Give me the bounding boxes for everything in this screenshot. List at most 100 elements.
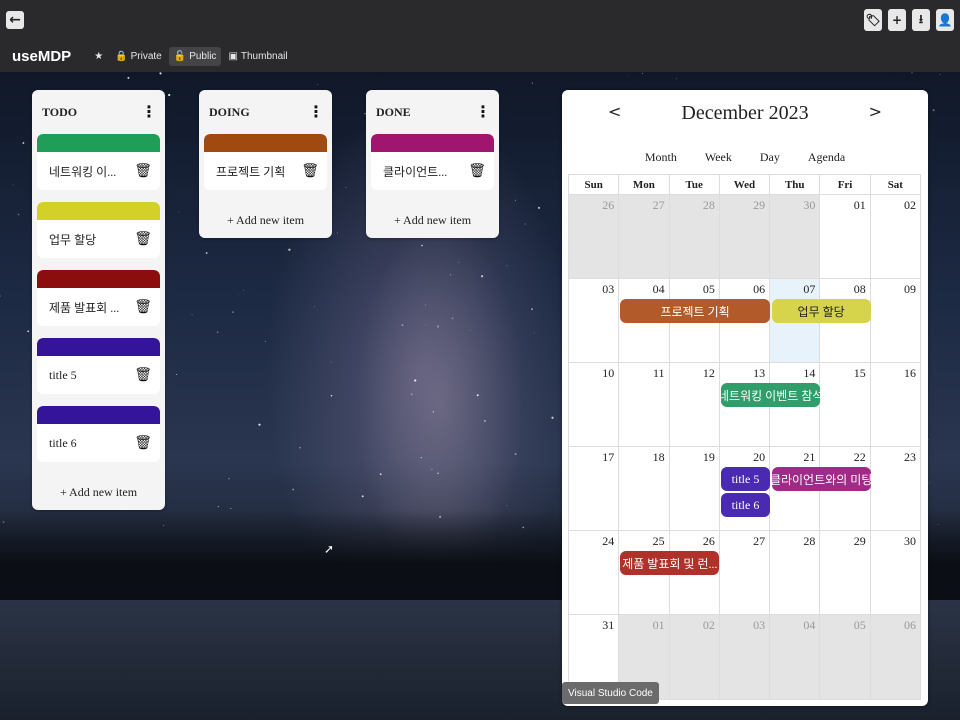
more-vert-icon[interactable]: ⋮ [308, 104, 324, 120]
task-card[interactable]: title 6 🗑 [37, 406, 160, 462]
view-month-button[interactable]: Month [631, 150, 691, 165]
day-cell[interactable]: 10 [569, 363, 618, 446]
day-cell[interactable]: 06 [869, 615, 920, 699]
day-number[interactable]: 09 [904, 282, 916, 297]
thumbnail-button[interactable]: ▣ Thumbnail [223, 47, 292, 66]
day-number[interactable]: 27 [753, 534, 765, 549]
day-cell[interactable]: 02 [668, 615, 719, 699]
day-cell[interactable]: 27 [718, 531, 769, 614]
day-cell[interactable]: 29 [718, 195, 770, 278]
day-cell[interactable]: 17 [569, 447, 618, 530]
add-new-item-button[interactable]: + Add new item [366, 202, 499, 238]
view-week-button[interactable]: Week [691, 150, 746, 165]
day-number[interactable]: 02 [703, 618, 715, 633]
day-cell[interactable]: 27 [618, 195, 669, 278]
trash-icon[interactable]: 🗑 [134, 231, 152, 247]
trash-icon[interactable]: 🗑 [134, 299, 152, 315]
calendar-event[interactable]: title 6 [721, 493, 770, 517]
day-number[interactable]: 03 [602, 282, 614, 297]
day-cell[interactable]: 01 [819, 195, 869, 278]
day-cell[interactable]: 30 [769, 195, 820, 278]
day-number[interactable]: 30 [904, 534, 916, 549]
day-number[interactable]: 04 [653, 282, 665, 297]
day-number[interactable]: 26 [602, 198, 614, 213]
calendar-event[interactable]: 프로젝트 기획 [620, 299, 770, 323]
view-day-button[interactable]: Day [746, 150, 794, 165]
day-number[interactable]: 05 [854, 618, 866, 633]
next-month-button[interactable]: > [869, 102, 882, 121]
add-new-item-button[interactable]: + Add new item [199, 202, 332, 238]
calendar-event[interactable]: 제품 발표회 및 런... [620, 551, 720, 575]
day-number[interactable]: 05 [703, 282, 715, 297]
trash-icon[interactable]: 🗑 [134, 163, 152, 179]
back-button[interactable]: ← [6, 11, 24, 29]
day-number[interactable]: 23 [904, 450, 916, 465]
task-card[interactable]: 제품 발표회 ... 🗑 [37, 270, 160, 326]
user-button[interactable]: 👤 [936, 9, 954, 31]
day-number[interactable]: 03 [753, 618, 765, 633]
calendar-event[interactable]: 네트워킹 이벤트 참석 [721, 383, 821, 407]
day-number[interactable]: 18 [653, 450, 665, 465]
trash-icon[interactable]: 🗑 [468, 163, 486, 179]
task-card[interactable]: 업무 할당 🗑 [37, 202, 160, 258]
view-agenda-button[interactable]: Agenda [794, 150, 859, 165]
day-number[interactable]: 15 [854, 366, 866, 381]
private-button[interactable]: 🔒 Private [110, 47, 167, 66]
day-number[interactable]: 13 [753, 366, 765, 381]
day-cell[interactable]: 16 [869, 363, 920, 446]
day-number[interactable]: 28 [803, 534, 815, 549]
brand-logo[interactable]: useMDP [12, 48, 71, 65]
day-cell[interactable]: 15 [819, 363, 869, 446]
day-number[interactable]: 29 [753, 198, 765, 213]
day-number[interactable]: 19 [703, 450, 715, 465]
add-button[interactable]: + [888, 9, 906, 31]
day-number[interactable]: 20 [753, 450, 765, 465]
task-card[interactable]: 프로젝트 기획 🗑 [204, 134, 327, 190]
day-number[interactable]: 12 [703, 366, 715, 381]
day-cell[interactable]: 26 [569, 195, 619, 278]
day-cell[interactable]: 29 [819, 531, 869, 614]
day-number[interactable]: 16 [904, 366, 916, 381]
day-number[interactable]: 04 [803, 618, 815, 633]
day-cell[interactable]: 23 [869, 447, 920, 530]
add-new-item-button[interactable]: + Add new item [32, 474, 165, 510]
day-cell[interactable]: 05 [819, 615, 870, 699]
trash-icon[interactable]: 🗑 [134, 435, 152, 451]
public-button[interactable]: 🔓 Public [168, 46, 222, 66]
day-number[interactable]: 07 [803, 282, 815, 297]
day-cell[interactable]: 24 [569, 531, 618, 614]
day-cell[interactable]: 09 [869, 279, 920, 362]
day-number[interactable]: 14 [803, 366, 815, 381]
day-number[interactable]: 17 [602, 450, 614, 465]
day-number[interactable]: 08 [854, 282, 866, 297]
day-number[interactable]: 11 [653, 366, 665, 381]
day-cell[interactable]: 18 [618, 447, 668, 530]
trash-icon[interactable]: 🗑 [134, 367, 152, 383]
task-card[interactable]: title 5 🗑 [37, 338, 160, 394]
task-card[interactable]: 클라이언트... 🗑 [371, 134, 494, 190]
day-cell[interactable]: 03 [569, 279, 618, 362]
day-number[interactable]: 06 [753, 282, 765, 297]
day-number[interactable]: 29 [854, 534, 866, 549]
day-number[interactable]: 28 [703, 198, 715, 213]
day-number[interactable]: 02 [904, 198, 916, 213]
calendar-event[interactable]: 업무 할당 [771, 299, 871, 323]
day-number[interactable]: 24 [602, 534, 614, 549]
day-cell[interactable]: 19 [668, 447, 719, 530]
day-number[interactable]: 26 [703, 534, 715, 549]
day-cell[interactable]: 30 [869, 531, 920, 614]
day-cell[interactable]: 12 [668, 363, 719, 446]
day-cell[interactable]: 03 [718, 615, 770, 699]
day-cell[interactable]: 28 [769, 531, 819, 614]
more-vert-icon[interactable]: ⋮ [141, 104, 157, 120]
day-number[interactable]: 10 [602, 366, 614, 381]
day-number[interactable]: 25 [653, 534, 665, 549]
star-button[interactable]: ★ [89, 47, 108, 66]
trash-icon[interactable]: 🗑 [301, 163, 319, 179]
day-number[interactable]: 22 [854, 450, 866, 465]
tags-button[interactable]: 🏷 [864, 9, 882, 31]
day-cell[interactable]: 11 [618, 363, 668, 446]
day-number[interactable]: 01 [653, 618, 665, 633]
day-cell[interactable]: 02 [869, 195, 920, 278]
day-number[interactable]: 30 [803, 198, 815, 213]
